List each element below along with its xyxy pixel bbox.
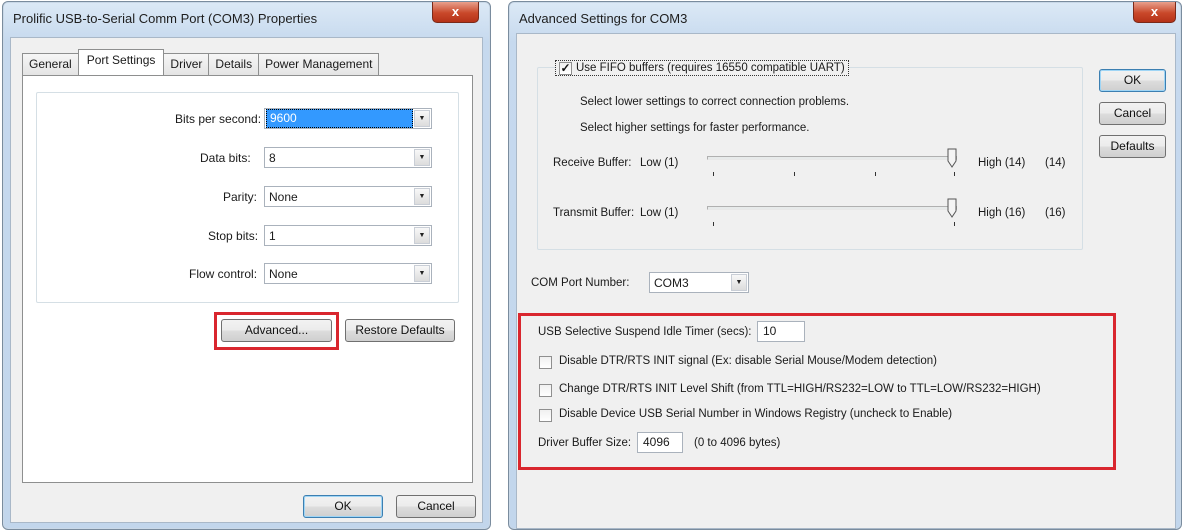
close-icon: x: [1150, 4, 1159, 19]
receive-tick: [954, 172, 955, 176]
hint-lower-text: Select lower settings to correct connect…: [580, 96, 850, 108]
receive-buffer-high-label: High (14): [978, 157, 1026, 169]
transmit-tick: [713, 222, 714, 226]
com-port-select[interactable]: COM3 ▼: [649, 272, 749, 293]
cancel-button[interactable]: Cancel: [1099, 102, 1166, 125]
transmit-buffer-thumb[interactable]: [947, 198, 957, 218]
chevron-down-icon: ▼: [731, 274, 747, 291]
data-bits-select[interactable]: 8 ▼: [264, 147, 432, 168]
transmit-buffer-low-label: Low (1): [640, 207, 679, 219]
ok-button[interactable]: OK: [1099, 69, 1166, 92]
port-properties-window: Prolific USB-to-Serial Comm Port (COM3) …: [2, 1, 491, 530]
receive-tick: [794, 172, 795, 176]
parity-label: Parity:: [223, 190, 258, 204]
close-button[interactable]: x: [1133, 2, 1176, 23]
tab-general[interactable]: General: [22, 53, 79, 75]
bits-per-second-select[interactable]: 9600 ▼: [264, 108, 432, 129]
receive-buffer-label: Receive Buffer:: [553, 157, 632, 169]
tab-strip: General Port Settings Driver Details Pow…: [22, 49, 380, 77]
tab-port-settings[interactable]: Port Settings: [77, 49, 165, 75]
data-bits-label: Data bits:: [200, 151, 251, 165]
port-settings-panel: Bits per second: 9600 ▼ Data bits: 8 ▼ P…: [22, 75, 473, 483]
com-port-label: COM Port Number:: [531, 277, 630, 289]
flow-control-value: None: [269, 266, 298, 281]
defaults-button[interactable]: Defaults: [1099, 135, 1166, 158]
window-title: Advanced Settings for COM3: [519, 11, 688, 26]
tab-details[interactable]: Details: [208, 53, 260, 75]
bits-per-second-label: Bits per second:: [175, 112, 262, 126]
close-button[interactable]: x: [432, 2, 479, 23]
transmit-buffer-track: [707, 206, 957, 210]
transmit-buffer-value: (16): [1045, 207, 1066, 219]
data-bits-value: 8: [269, 150, 276, 165]
parity-value: None: [269, 189, 298, 204]
usb-suspend-input[interactable]: 10: [757, 321, 805, 342]
chevron-down-icon: ▼: [414, 265, 430, 282]
chevron-down-icon: ▼: [414, 227, 430, 244]
receive-buffer-thumb[interactable]: [947, 148, 957, 168]
close-icon: x: [451, 4, 460, 19]
cancel-button[interactable]: Cancel: [396, 495, 476, 518]
tab-power-management[interactable]: Power Management: [258, 53, 380, 75]
bits-per-second-value: 9600: [266, 109, 413, 128]
receive-buffer-low-label: Low (1): [640, 157, 679, 169]
chevron-down-icon: ▼: [414, 188, 430, 205]
stop-bits-label: Stop bits:: [208, 229, 259, 243]
chevron-down-icon: ▼: [414, 149, 430, 166]
transmit-buffer-high-label: High (16): [978, 207, 1026, 219]
flow-control-label: Flow control:: [189, 267, 258, 281]
receive-tick: [713, 172, 714, 176]
flow-control-select[interactable]: None ▼: [264, 263, 432, 284]
receive-tick: [875, 172, 876, 176]
parity-select[interactable]: None ▼: [264, 186, 432, 207]
driver-buffer-label: Driver Buffer Size:: [538, 437, 632, 449]
disable-dtr-checkbox[interactable]: [539, 356, 552, 369]
com-port-value: COM3: [654, 275, 689, 290]
advanced-settings-window: Advanced Settings for COM3 x ✓ Use FIFO …: [508, 1, 1182, 530]
disable-serial-number-checkbox[interactable]: [539, 409, 552, 422]
fifo-label: Use FIFO buffers (requires 16550 compati…: [576, 62, 845, 74]
receive-buffer-track: [707, 156, 957, 160]
window-title: Prolific USB-to-Serial Comm Port (COM3) …: [13, 11, 318, 26]
tab-driver[interactable]: Driver: [163, 53, 210, 75]
disable-serial-number-label: Disable Device USB Serial Number in Wind…: [559, 408, 953, 420]
dialog-body: General Port Settings Driver Details Pow…: [10, 37, 483, 523]
advanced-button[interactable]: Advanced...: [221, 319, 332, 342]
receive-buffer-slider[interactable]: [707, 146, 959, 180]
fifo-legend: ✓ Use FIFO buffers (requires 16550 compa…: [555, 60, 849, 76]
hint-higher-text: Select higher settings for faster perfor…: [580, 122, 810, 134]
transmit-buffer-slider[interactable]: [707, 196, 959, 230]
dialog-body: ✓ Use FIFO buffers (requires 16550 compa…: [516, 33, 1176, 529]
transmit-tick: [954, 222, 955, 226]
receive-buffer-value: (14): [1045, 157, 1066, 169]
change-dtr-level-label: Change DTR/RTS INIT Level Shift (from TT…: [559, 383, 1041, 395]
disable-dtr-label: Disable DTR/RTS INIT signal (Ex: disable…: [559, 355, 937, 367]
transmit-buffer-label: Transmit Buffer:: [553, 207, 635, 219]
usb-suspend-label: USB Selective Suspend Idle Timer (secs):: [538, 326, 752, 338]
ok-button[interactable]: OK: [303, 495, 383, 518]
restore-defaults-button[interactable]: Restore Defaults: [345, 319, 455, 342]
driver-buffer-range: (0 to 4096 bytes): [694, 437, 781, 449]
change-dtr-level-checkbox[interactable]: [539, 384, 552, 397]
stop-bits-value: 1: [269, 228, 276, 243]
stop-bits-select[interactable]: 1 ▼: [264, 225, 432, 246]
chevron-down-icon: ▼: [414, 110, 430, 127]
fifo-checkbox[interactable]: ✓: [559, 61, 572, 75]
driver-buffer-input[interactable]: 4096: [637, 432, 683, 453]
